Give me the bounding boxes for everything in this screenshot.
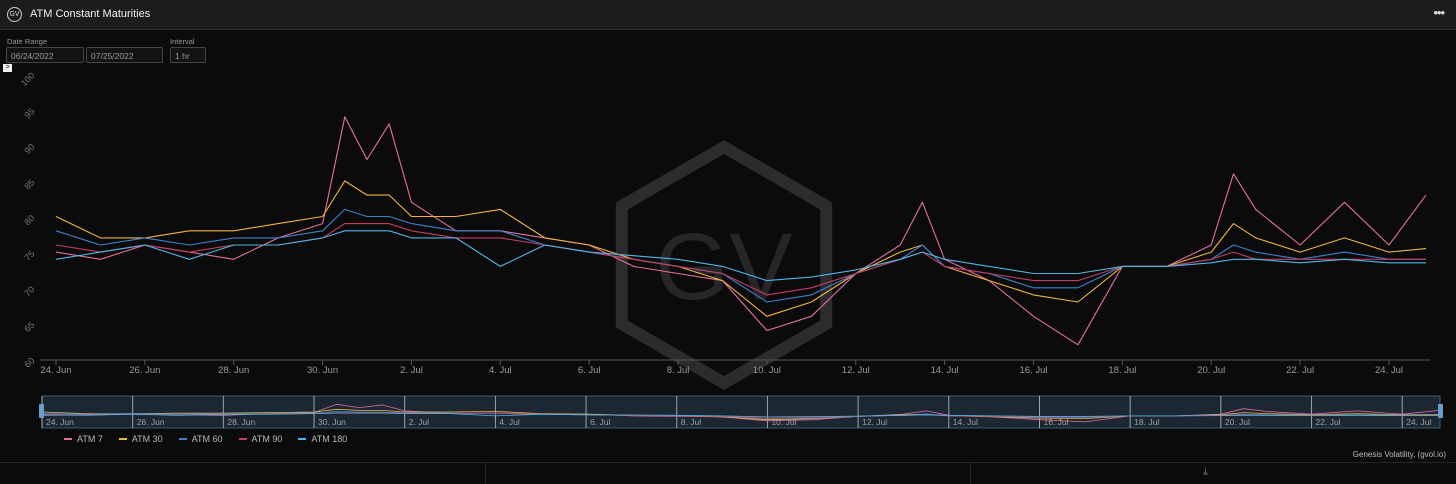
legend-label: ATM 60 [191, 434, 223, 444]
navigator-tick-label: 28. Jun [227, 417, 255, 427]
navigator-tick-label: 6. Jul [590, 417, 610, 427]
y-tick-label: 90 [22, 142, 36, 156]
download-icon[interactable]: ⤓ [1203, 466, 1208, 479]
x-tick-label: 10. Jul [753, 365, 781, 376]
legend-swatch [118, 438, 127, 440]
legend-item[interactable]: ATM 90 [238, 434, 283, 444]
navigator-tick-label: 18. Jul [1134, 417, 1159, 427]
legend-label: ATM 7 [77, 434, 103, 444]
navigator-tick-label: 2. Jul [409, 417, 429, 427]
footer-divider [970, 463, 971, 484]
y-tick-label: 70 [22, 284, 36, 298]
x-tick-label: 14. Jul [931, 365, 959, 376]
x-tick-label: 28. Jun [218, 365, 249, 376]
navigator-tick-label: 24. Jul [1406, 417, 1431, 427]
footer-divider [485, 463, 486, 484]
navigator-tick-label: 14. Jul [953, 417, 978, 427]
legend-swatch [298, 438, 307, 440]
x-tick-label: 24. Jun [40, 365, 71, 376]
x-tick-label: 6. Jul [578, 365, 601, 376]
navigator-tick-label: 24. Jun [46, 417, 74, 427]
navigator-tick-label: 4. Jul [499, 417, 519, 427]
y-tick-label: 65 [22, 320, 36, 334]
navigator-tick-label: 20. Jul [1225, 417, 1250, 427]
y-tick-label: 100 [19, 70, 37, 88]
footer-bar: ⤓ [0, 462, 1456, 484]
navigator-right-handle [1438, 404, 1443, 418]
x-tick-label: 12. Jul [842, 365, 870, 376]
legend-label: ATM 90 [251, 434, 283, 444]
x-tick-label: 30. Jun [307, 365, 338, 376]
chart-legend: ATM 7 ATM 30 ATM 60 ATM 90 ATM 180 [64, 434, 347, 444]
y-tick-label: 60 [22, 355, 36, 369]
navigator-tick-label: 8. Jul [681, 417, 701, 427]
x-tick-label: 2. Jul [400, 365, 423, 376]
legend-label: ATM 30 [131, 434, 163, 444]
legend-item[interactable]: ATM 180 [298, 434, 347, 444]
navigator-tick-label: 30. Jun [318, 417, 346, 427]
navigator-tick-label: 26. Jun [137, 417, 165, 427]
y-tick-label: 80 [22, 213, 36, 227]
legend-swatch [64, 438, 72, 440]
x-tick-label: 20. Jul [1197, 365, 1225, 376]
x-tick-label: 18. Jul [1108, 365, 1136, 376]
x-tick-label: 16. Jul [1020, 365, 1048, 376]
x-tick-label: 24. Jul [1375, 365, 1403, 376]
legend-label: ATM 180 [311, 434, 348, 444]
y-tick-label: 75 [22, 249, 36, 263]
x-tick-label: 22. Jul [1286, 365, 1314, 376]
legend-item[interactable]: ATM 7 [64, 434, 103, 444]
credit-text: Genesis Volatility, (gvol.io) [1352, 450, 1446, 459]
navigator-tick-label: 12. Jul [862, 417, 887, 427]
legend-swatch [178, 438, 187, 440]
legend-item[interactable]: ATM 60 [178, 434, 223, 444]
x-tick-label: 4. Jul [489, 365, 512, 376]
chart-svg: GV606570758085909510024. Jun 26. Jun 28. J… [19, 70, 1443, 429]
x-tick-label: 26. Jun [129, 365, 160, 376]
legend-swatch [238, 438, 247, 440]
x-tick-label: 8. Jul [667, 365, 690, 376]
y-tick-label: 95 [22, 106, 36, 120]
y-tick-label: 85 [22, 177, 36, 191]
legend-item[interactable]: ATM 30 [118, 434, 163, 444]
navigator-tick-label: 22. Jul [1316, 417, 1341, 427]
navigator-left-handle [39, 404, 44, 418]
